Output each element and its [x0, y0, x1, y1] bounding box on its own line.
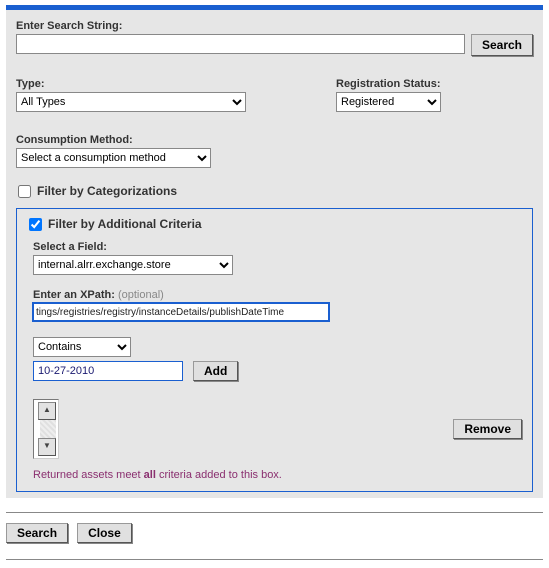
- add-button[interactable]: Add: [193, 361, 238, 381]
- xpath-label-text: Enter an XPath:: [33, 289, 115, 301]
- filter-additional-row: Filter by Additional Criteria: [27, 217, 522, 231]
- registration-block: Registration Status: Registered: [336, 78, 533, 112]
- criteria-value-input[interactable]: [33, 361, 183, 381]
- consumption-select[interactable]: Select a consumption method: [16, 148, 211, 168]
- search-button-bottom[interactable]: Search: [6, 523, 68, 543]
- type-reg-row: Type: All Types Registration Status: Reg…: [16, 78, 533, 112]
- divider-bottom: [6, 559, 543, 560]
- search-string-label: Enter Search String:: [16, 20, 533, 32]
- close-button[interactable]: Close: [77, 523, 132, 543]
- scroll-track: [40, 420, 56, 438]
- hint-prefix: Returned assets meet: [33, 469, 144, 481]
- list-remove-row: ▲ ▼ Remove: [33, 399, 522, 459]
- filter-categorizations-label: Filter by Categorizations: [37, 184, 177, 198]
- criteria-listbox[interactable]: ▲ ▼: [33, 399, 59, 459]
- xpath-optional-text: (optional): [118, 289, 164, 301]
- registration-select[interactable]: Registered: [336, 92, 441, 112]
- remove-button[interactable]: Remove: [453, 419, 522, 439]
- criteria-hint: Returned assets meet all criteria added …: [33, 469, 522, 481]
- hint-bold: all: [144, 469, 156, 481]
- filter-additional-checkbox[interactable]: [29, 218, 42, 231]
- criteria-inner: Select a Field: internal.alrr.exchange.s…: [33, 241, 522, 481]
- select-field[interactable]: internal.alrr.exchange.store: [33, 255, 233, 275]
- xpath-input[interactable]: [33, 303, 329, 321]
- registration-label: Registration Status:: [336, 78, 533, 90]
- divider-top: [6, 512, 543, 513]
- search-string-input[interactable]: [16, 34, 465, 54]
- type-select[interactable]: All Types: [16, 92, 246, 112]
- search-row: Search: [16, 34, 533, 56]
- type-label: Type:: [16, 78, 336, 90]
- type-block: Type: All Types: [16, 78, 336, 112]
- scroll-down-icon[interactable]: ▼: [38, 438, 56, 456]
- value-add-row: Add: [33, 361, 522, 381]
- hint-suffix: criteria added to this box.: [156, 469, 282, 481]
- filter-additional-label: Filter by Additional Criteria: [48, 217, 202, 231]
- filter-categorizations-checkbox[interactable]: [18, 185, 31, 198]
- xpath-label: Enter an XPath: (optional): [33, 289, 522, 301]
- select-field-label: Select a Field:: [33, 241, 522, 253]
- filter-categorizations-row: Filter by Categorizations: [16, 184, 533, 198]
- additional-criteria-box: Filter by Additional Criteria Select a F…: [16, 208, 533, 492]
- search-button-top[interactable]: Search: [471, 34, 533, 56]
- scroll-up-icon[interactable]: ▲: [38, 402, 56, 420]
- operator-select[interactable]: Contains: [33, 337, 131, 357]
- consumption-block: Consumption Method: Select a consumption…: [16, 134, 533, 168]
- search-panel: Enter Search String: Search Type: All Ty…: [6, 10, 543, 498]
- consumption-label: Consumption Method:: [16, 134, 533, 146]
- bottom-bar: Search Close: [6, 521, 543, 545]
